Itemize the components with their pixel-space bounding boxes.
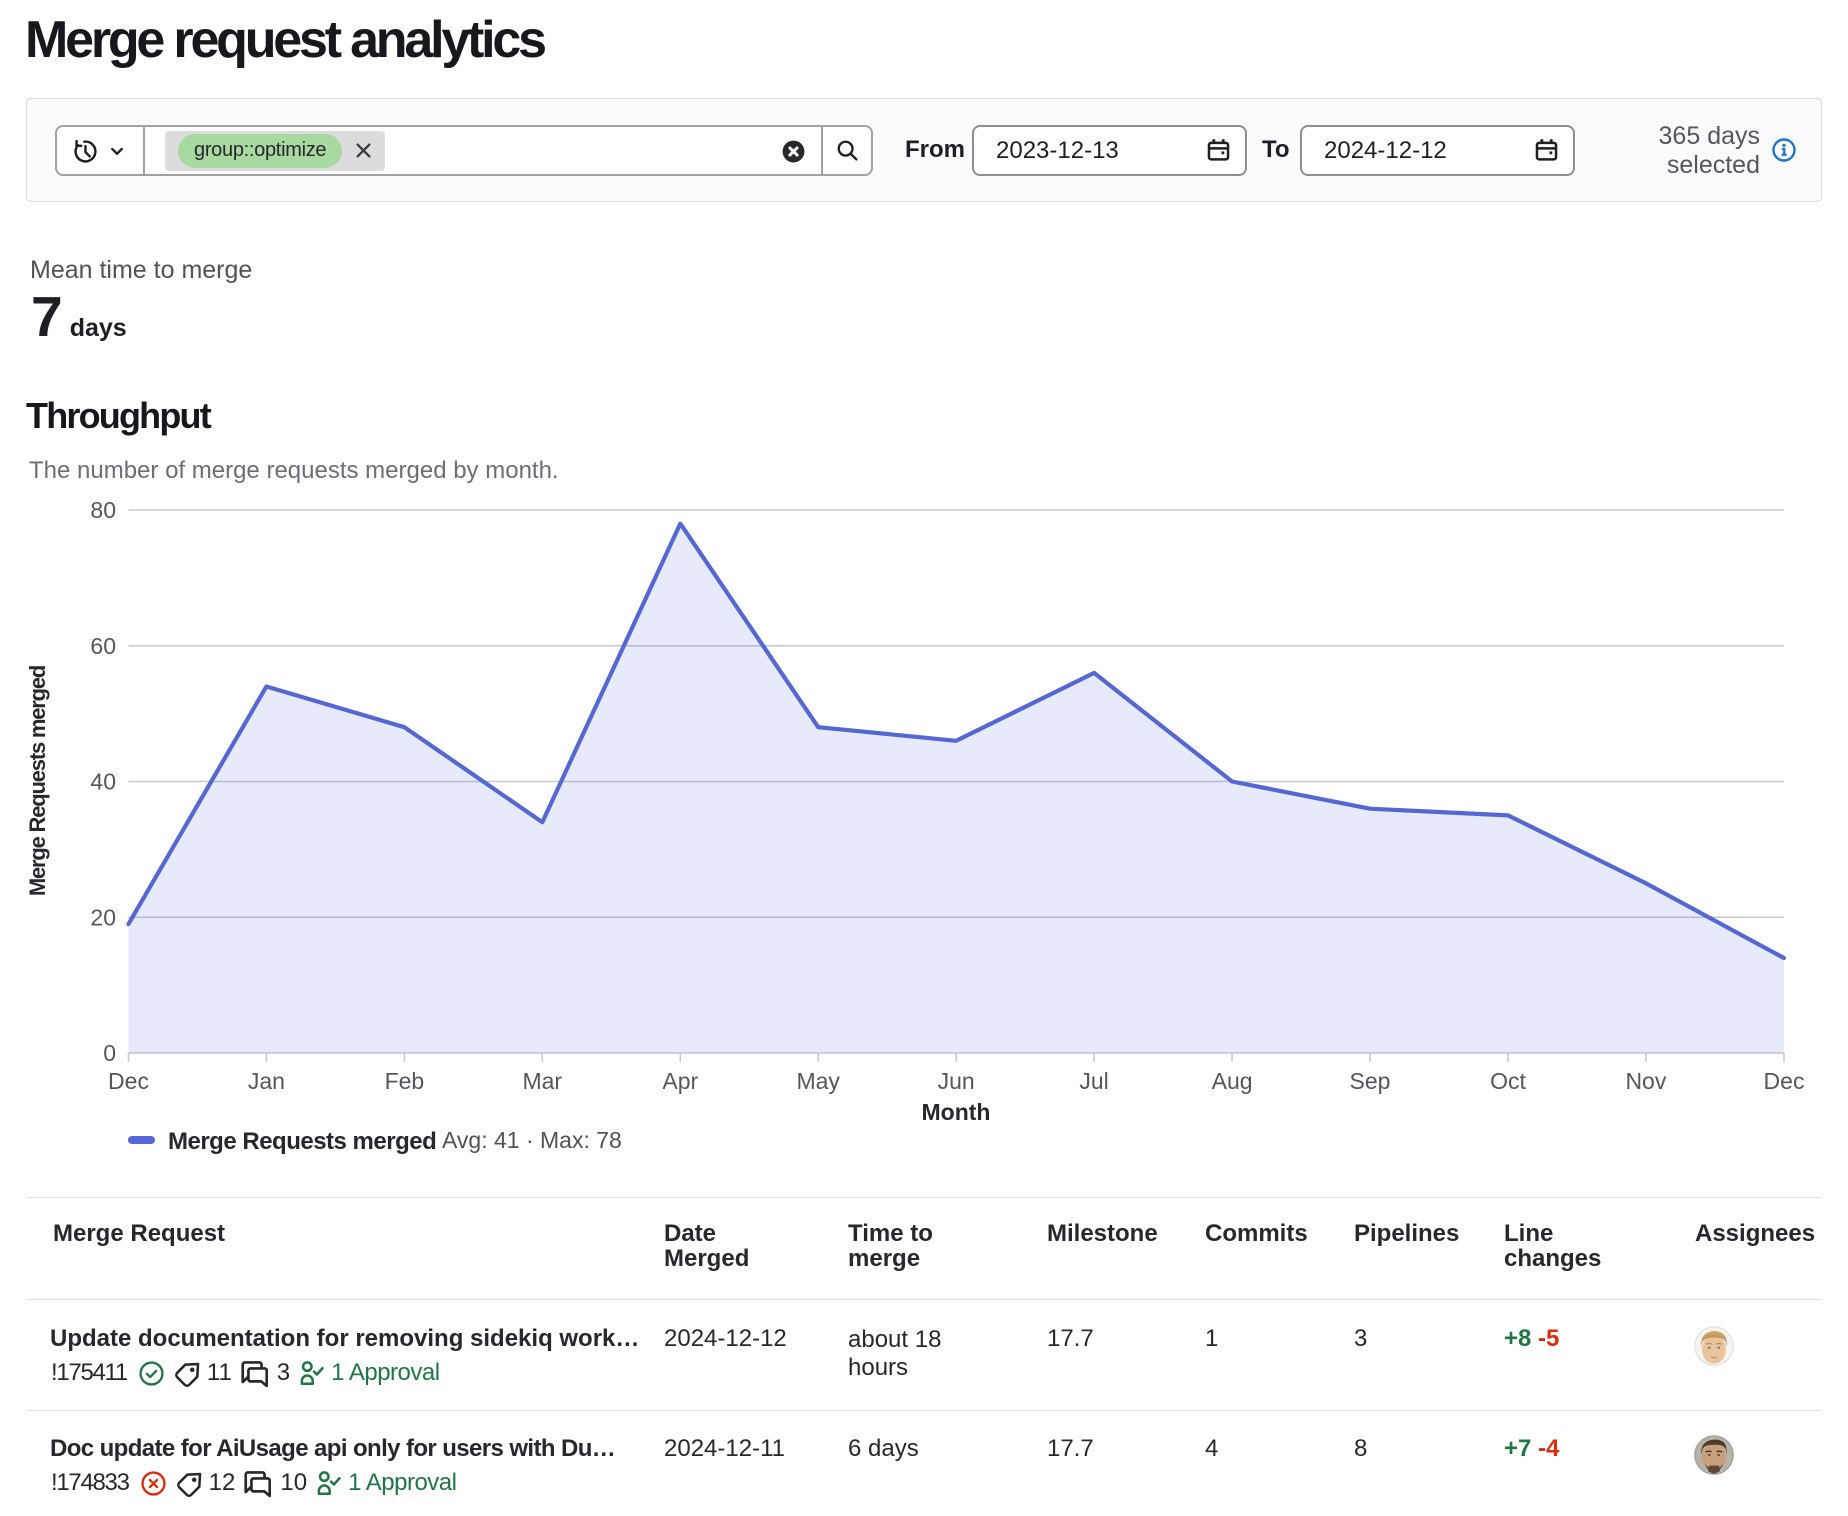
- svg-text:Avg: 41 · Max: 78: Avg: 41 · Max: 78: [442, 1127, 622, 1153]
- svg-text:80: 80: [90, 497, 116, 523]
- svg-text:Merge Requests merged: Merge Requests merged: [25, 666, 50, 896]
- svg-text:0: 0: [103, 1040, 116, 1066]
- svg-text:Nov: Nov: [1625, 1068, 1666, 1094]
- svg-text:Jan: Jan: [248, 1068, 285, 1094]
- svg-text:Mar: Mar: [522, 1068, 562, 1094]
- svg-text:60: 60: [90, 633, 116, 659]
- svg-text:Month: Month: [922, 1099, 991, 1125]
- svg-text:Jul: Jul: [1079, 1068, 1108, 1094]
- svg-text:20: 20: [90, 904, 116, 930]
- svg-text:Oct: Oct: [1490, 1068, 1526, 1094]
- svg-text:Feb: Feb: [385, 1068, 425, 1094]
- svg-text:Dec: Dec: [1764, 1068, 1805, 1094]
- svg-text:Merge Requests merged: Merge Requests merged: [168, 1128, 436, 1155]
- svg-text:Aug: Aug: [1212, 1068, 1253, 1094]
- svg-text:Jun: Jun: [938, 1068, 975, 1094]
- svg-text:Dec: Dec: [108, 1068, 149, 1094]
- svg-text:40: 40: [90, 769, 116, 795]
- svg-text:Apr: Apr: [662, 1068, 698, 1094]
- svg-text:May: May: [796, 1068, 840, 1094]
- svg-text:Sep: Sep: [1350, 1068, 1391, 1094]
